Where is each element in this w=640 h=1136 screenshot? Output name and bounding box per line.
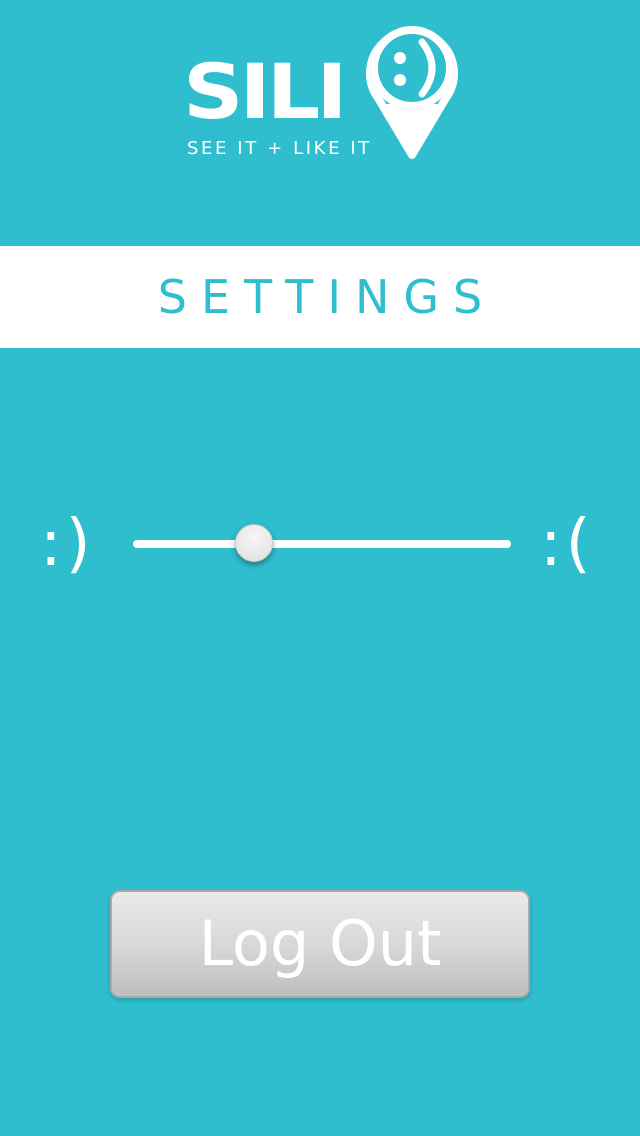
map-pin-smiley-icon: [366, 26, 458, 159]
mood-slider-row: :) :(: [0, 500, 640, 592]
settings-header: SETTINGS: [0, 246, 640, 348]
happy-emoticon-label: :): [40, 507, 95, 581]
settings-screen: SILI SEE IT + LIKE IT SETTINGS :) :( Log…: [0, 0, 640, 1136]
sad-emoticon-label: :(: [540, 507, 595, 581]
logout-button[interactable]: Log Out: [110, 890, 530, 998]
mood-slider-track[interactable]: [133, 540, 511, 548]
logo-wordmark: SILI: [183, 47, 348, 136]
mood-slider-thumb[interactable]: [234, 524, 273, 562]
logo-tagline: SEE IT + LIKE IT: [187, 138, 372, 159]
app-logo: SILI SEE IT + LIKE IT: [0, 0, 640, 246]
logout-button-label: Log Out: [198, 907, 442, 980]
page-title: SETTINGS: [157, 270, 497, 324]
